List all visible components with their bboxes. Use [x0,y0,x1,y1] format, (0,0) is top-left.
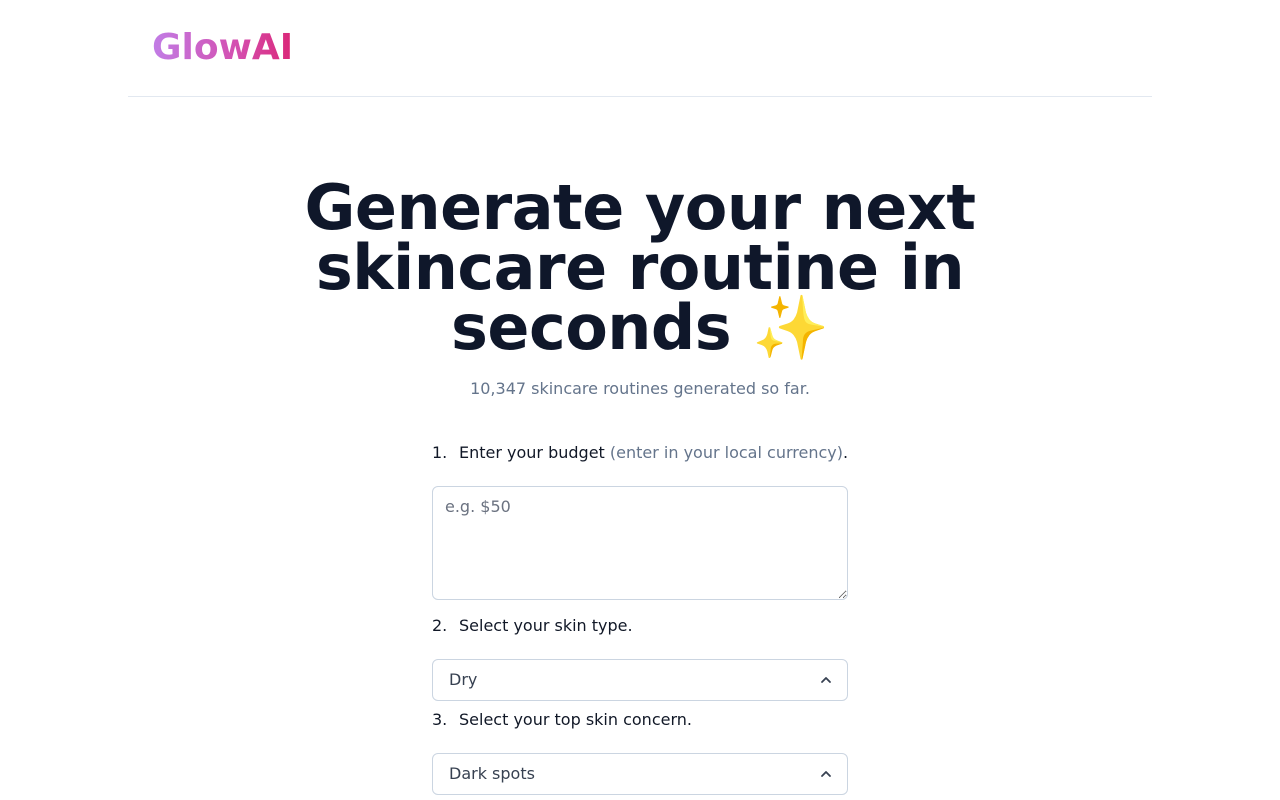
step-budget-label: 1. Enter your budget (enter in your local… [432,442,848,464]
step-number: 1. [432,443,448,462]
skin-concern-label: Select your top skin concern. [459,710,692,729]
step-skin-concern-label: 3. Select your top skin concern. [432,709,692,731]
step-skin-type-label: 2. Select your skin type. [432,615,633,637]
skin-type-label: Select your skin type. [459,616,633,635]
page-title: Generate your next skincare routine in s… [304,171,976,364]
logo-text-glow: Glow [152,27,252,68]
chevron-up-icon [821,677,831,683]
site-header: GlowAI [128,0,1152,97]
logo[interactable]: GlowAI [152,27,293,69]
chevron-up-icon [821,771,831,777]
step-number: 2. [432,616,448,635]
logo-text-ai: AI [251,27,294,68]
step-number: 3. [432,710,448,729]
skin-type-selected: Dry [449,670,478,689]
skin-concern-selected: Dark spots [449,764,535,783]
routine-counter: 10,347 skincare routines generated so fa… [470,379,810,398]
budget-hint: (enter in your local currency) [609,443,843,462]
budget-label: Enter your budget [459,443,610,462]
budget-input[interactable] [432,486,848,600]
budget-label-suffix: . [842,443,849,462]
skin-type-select[interactable]: Dry [432,659,848,701]
skin-concern-select[interactable]: Dark spots [432,753,848,795]
hero: Generate your next skincare routine in s… [240,171,1040,364]
